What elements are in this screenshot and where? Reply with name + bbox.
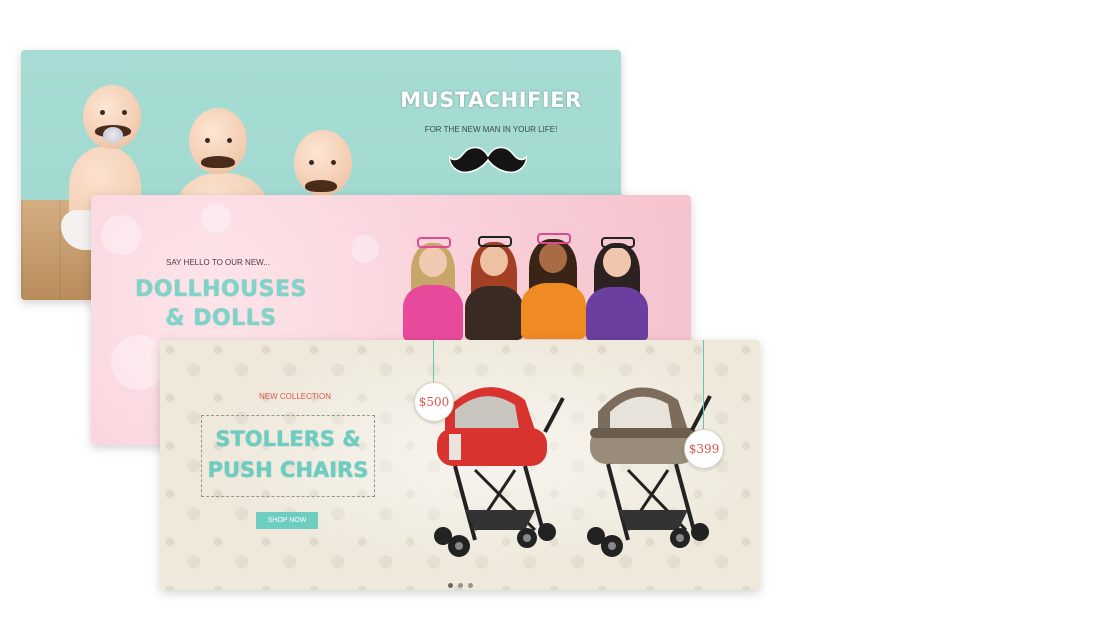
slider-pagination xyxy=(448,575,478,590)
doll-image xyxy=(521,227,586,342)
doll-image xyxy=(586,233,648,343)
mustache-icon xyxy=(449,146,527,174)
banner-subtitle: FOR THE NEW MAN IN YOUR LIFE! xyxy=(424,125,558,134)
doll-image xyxy=(403,233,463,343)
slide-dot[interactable] xyxy=(448,583,453,588)
slide-dot[interactable] xyxy=(458,583,463,588)
strollers-banner[interactable]: NEW COLLECTION STOLLERS & PUSH CHAIRS SH… xyxy=(160,340,760,590)
bokeh-light xyxy=(111,335,166,390)
doll-image xyxy=(463,230,523,342)
price-tag-string xyxy=(433,340,434,382)
banner-eyebrow: SAY HELLO TO OUR NEW... xyxy=(166,258,270,267)
bokeh-light xyxy=(101,215,141,255)
banner-title: DOLLHOUSES & DOLLS xyxy=(131,275,311,333)
slide-dot[interactable] xyxy=(468,583,473,588)
title-line-2: & DOLLS xyxy=(165,306,277,331)
title-line-2: PUSH CHAIRS xyxy=(207,458,369,482)
price-tag-string xyxy=(703,340,704,432)
bokeh-light xyxy=(201,203,231,233)
title-line-1: DOLLHOUSES xyxy=(135,277,307,302)
shop-now-button[interactable]: SHOP NOW xyxy=(256,512,318,529)
banner-eyebrow: NEW COLLECTION xyxy=(258,392,331,401)
bokeh-light xyxy=(351,235,379,263)
banner-title: MUSTACHIFIER xyxy=(400,88,582,112)
price-tag: $500 xyxy=(414,382,454,422)
title-line-1: STOLLERS & xyxy=(215,427,361,451)
price-tag: $399 xyxy=(684,429,724,469)
banner-title: STOLLERS & PUSH CHAIRS xyxy=(201,424,375,486)
